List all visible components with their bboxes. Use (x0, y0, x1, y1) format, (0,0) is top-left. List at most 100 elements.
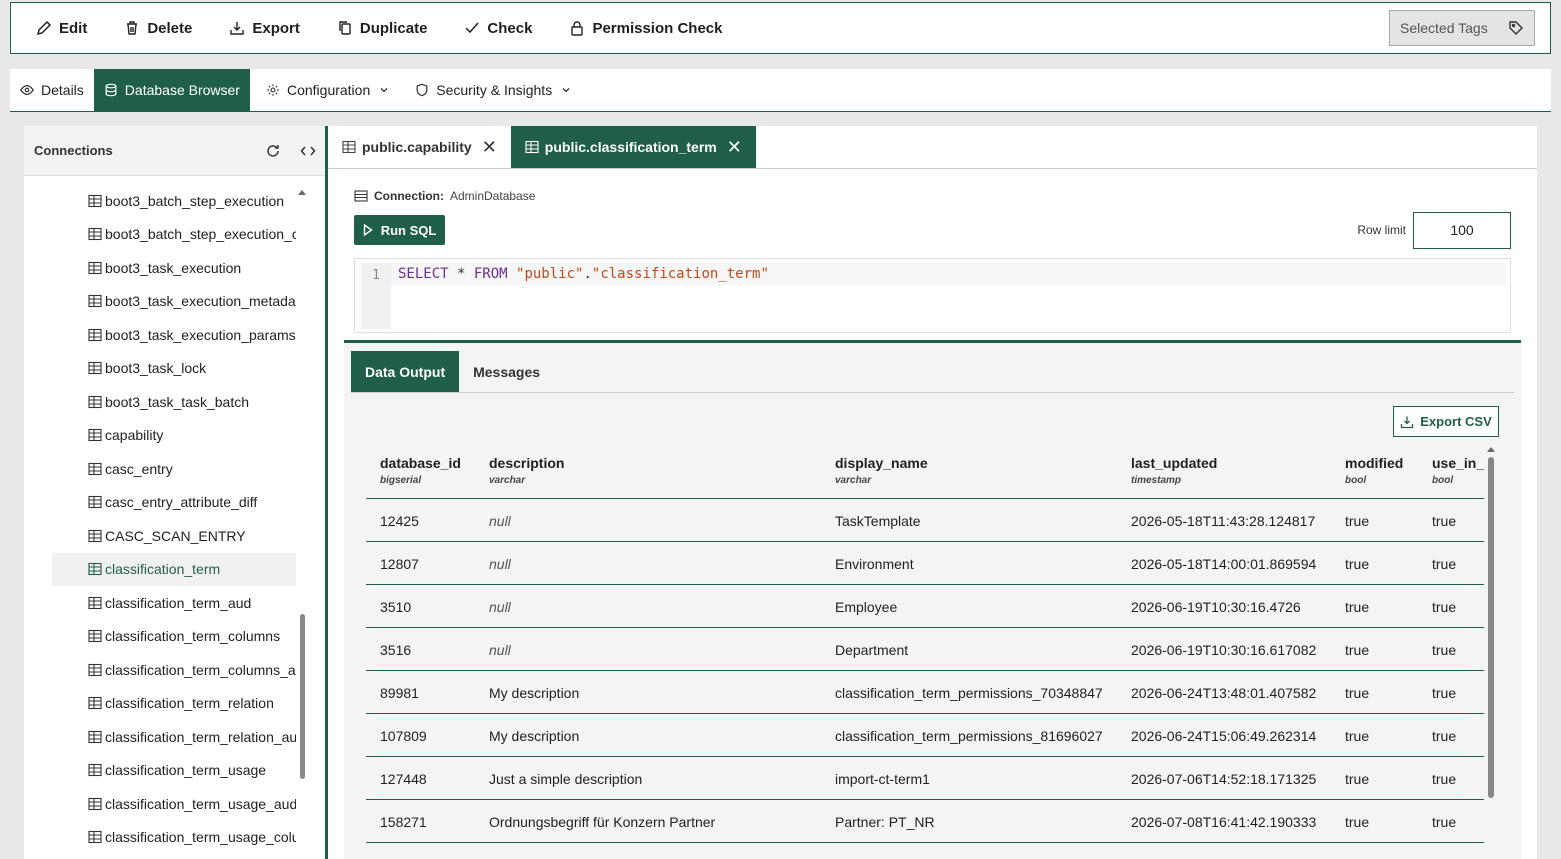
table-row[interactable]: 127448 Just a simple description import-ct… (366, 757, 1484, 800)
tab-database-browser[interactable]: Database Browser (93, 69, 250, 111)
table-cell[interactable]: true (1345, 685, 1369, 701)
table-cell[interactable]: 2026-05-18T14:00:01.869594 (1131, 556, 1316, 572)
sql-code-editor[interactable]: 1 SELECT * FROM "public"."classification… (354, 258, 1511, 333)
tree-item[interactable]: classification_term_aud (24, 586, 296, 620)
tree-item[interactable]: CASC_SCAN_ENTRY (24, 519, 296, 553)
table-cell[interactable]: true (1345, 556, 1369, 572)
delete-button[interactable]: Delete (124, 3, 192, 53)
table-row[interactable]: 3516 null Department 2026-06-19T10:30:16.61… (366, 628, 1484, 671)
export-button[interactable]: Export (229, 3, 300, 53)
table-cell[interactable]: true (1345, 728, 1369, 744)
duplicate-button[interactable]: Duplicate (337, 3, 427, 53)
table-cell[interactable]: true (1345, 513, 1369, 529)
close-icon[interactable]: ✕ (727, 138, 742, 156)
table-cell[interactable]: 2026-06-24T13:48:01.407582 (1131, 685, 1316, 701)
table-cell[interactable]: 2026-06-19T10:30:16.4726 (1131, 599, 1301, 615)
tree-item[interactable]: boot3_task_lock (24, 352, 296, 386)
table-row[interactable]: 107809 My description classification_term_… (366, 714, 1484, 757)
table-cell[interactable]: 3516 (380, 642, 411, 658)
tree-item[interactable]: classification_term_relation (24, 687, 296, 721)
table-cell[interactable]: 2026-06-19T10:30:16.617082 (1131, 642, 1316, 658)
table-cell[interactable]: classification_term_permissions_81696027 (835, 728, 1103, 744)
tab-data-output[interactable]: Data Output (351, 351, 460, 392)
run-sql-button[interactable]: Run SQL (354, 215, 445, 245)
table-cell[interactable]: true (1432, 771, 1456, 787)
table-cell[interactable]: 107809 (380, 728, 427, 744)
tab-details[interactable]: Details (10, 69, 94, 111)
table-cell[interactable]: Department (835, 642, 908, 658)
tab-messages[interactable]: Messages (459, 351, 554, 392)
tree-item[interactable]: boot3_batch_step_execution (24, 184, 296, 218)
tree-scrollbar[interactable] (300, 614, 305, 779)
table-cell[interactable]: Partner: PT_NR (835, 814, 935, 830)
table-cell[interactable]: true (1432, 728, 1456, 744)
table-cell[interactable]: true (1345, 771, 1369, 787)
scroll-up-arrow[interactable] (298, 190, 306, 195)
column-header[interactable]: last_updated timestamp (1131, 455, 1217, 486)
table-cell[interactable]: true (1345, 599, 1369, 615)
sql-code-line[interactable]: SELECT * FROM "public"."classification_t… (391, 263, 1506, 285)
tree-item[interactable]: boot3_task_execution_metada (24, 285, 296, 319)
tree-item[interactable]: boot3_task_execution (24, 251, 296, 285)
table-cell[interactable]: 158271 (380, 814, 427, 830)
table-cell[interactable]: 12807 (380, 556, 419, 572)
table-cell[interactable]: import-ct-term1 (835, 771, 930, 787)
column-header[interactable]: use_in_cbool (1432, 455, 1484, 486)
tree-item[interactable]: classification_term (52, 552, 296, 586)
table-row[interactable]: 158271 Ordnungsbegriff für Konzern Partne… (366, 800, 1484, 843)
row-limit-input[interactable]: 100 (1413, 212, 1511, 249)
table-cell[interactable]: classification_term_permissions_70348847 (835, 685, 1103, 701)
table-cell[interactable]: null (489, 642, 511, 658)
tree-item[interactable]: boot3_task_execution_params (24, 318, 296, 352)
tree-item[interactable]: classification_term_columns_a (24, 653, 296, 687)
table-cell[interactable]: null (489, 556, 511, 572)
tree-item[interactable]: boot3_task_task_batch (24, 385, 296, 419)
tree-item[interactable]: classification_term_usage_colu (24, 821, 296, 855)
tree-item[interactable]: classification_term_usage_aud (24, 787, 296, 821)
table-row[interactable]: 3510 null Employee 2026-06-19T10:30:16.4726… (366, 585, 1484, 628)
table-cell[interactable]: 12425 (380, 513, 419, 529)
selected-tags-field[interactable]: Selected Tags (1389, 10, 1535, 46)
table-cell[interactable]: true (1345, 642, 1369, 658)
grid-scroll-up-arrow[interactable] (1487, 447, 1495, 452)
tree-item[interactable]: casc_entry_attribute_diff (24, 486, 296, 520)
table-cell[interactable]: null (489, 599, 511, 615)
tree-item[interactable]: casc_entry (24, 452, 296, 486)
table-cell[interactable]: 127448 (380, 771, 427, 787)
table-cell[interactable]: true (1345, 814, 1369, 830)
tab-public-classification-term[interactable]: public.classification_term ✕ (510, 126, 756, 168)
table-cell[interactable]: 2026-05-18T11:43:28.124817 (1131, 513, 1315, 529)
tree-item[interactable]: classification_term_columns (24, 620, 296, 654)
tree-item[interactable]: boot3_batch_step_execution_c (24, 218, 296, 252)
table-row[interactable]: 12807 null Environment 2026-05-18T14:00:01.… (366, 542, 1484, 585)
table-cell[interactable]: 89981 (380, 685, 419, 701)
table-row[interactable]: 89981 My description classification_term_p… (366, 671, 1484, 714)
table-cell[interactable]: true (1432, 642, 1456, 658)
tree-item[interactable]: classification_term_usage (24, 754, 296, 788)
table-cell[interactable]: Environment (835, 556, 914, 572)
table-cell[interactable]: My description (489, 685, 579, 701)
tab-public-capability[interactable]: public.capability ✕ (328, 126, 511, 168)
tree-item[interactable]: capability (24, 419, 296, 453)
column-header[interactable]: modified bool (1345, 455, 1403, 486)
tab-security-insights[interactable]: Security & Insights (405, 69, 581, 111)
table-row[interactable]: 12425 null TaskTemplate 2026-05-18T11:43:28… (366, 499, 1484, 542)
permission-check-button[interactable]: Permission Check (569, 3, 723, 53)
table-cell[interactable]: TaskTemplate (835, 513, 921, 529)
table-cell[interactable]: Employee (835, 599, 897, 615)
table-cell[interactable]: 2026-07-06T14:52:18.171325 (1131, 771, 1316, 787)
table-cell[interactable]: true (1432, 599, 1456, 615)
close-icon[interactable]: ✕ (482, 138, 497, 156)
table-cell[interactable]: 2026-07-08T16:41:42.190333 (1131, 814, 1316, 830)
table-cell[interactable]: Just a simple description (489, 771, 642, 787)
check-button[interactable]: Check (464, 3, 532, 53)
column-header[interactable]: database_id bigserial (380, 455, 461, 486)
table-cell[interactable]: true (1432, 513, 1456, 529)
tab-configuration[interactable]: Configuration (256, 69, 399, 111)
table-cell[interactable]: true (1432, 814, 1456, 830)
code-icon[interactable] (300, 143, 316, 159)
table-cell[interactable]: null (489, 513, 511, 529)
refresh-icon[interactable] (265, 143, 281, 159)
table-cell[interactable]: 3510 (380, 599, 411, 615)
column-header[interactable]: display_name varchar (835, 455, 928, 486)
